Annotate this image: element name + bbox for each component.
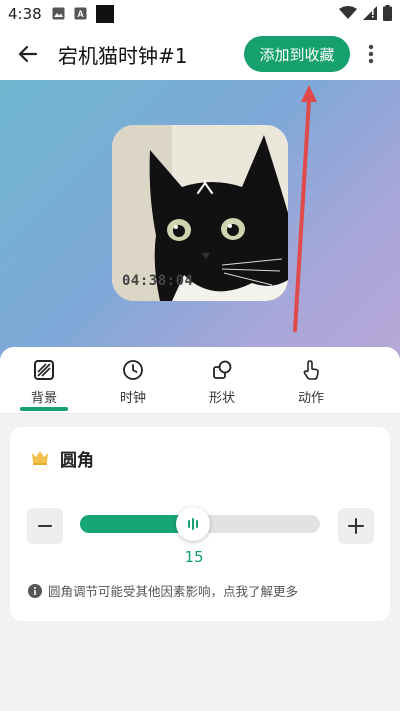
svg-text:A: A	[77, 9, 84, 19]
corner-radius-slider[interactable]	[80, 507, 320, 541]
status-icons	[339, 5, 392, 21]
annotation-arrow	[293, 85, 317, 332]
status-time: 4:38	[8, 5, 42, 23]
info-icon	[28, 583, 42, 598]
tab-label: 动作	[297, 391, 324, 406]
corner-radius-panel: 圆角 15 圆角调节可能受其他因素影响，点我了解更多	[10, 427, 390, 621]
font-notification-icon: A	[74, 7, 87, 20]
pattern-icon	[34, 360, 54, 380]
tab-shape[interactable]: 形状	[187, 359, 257, 413]
app-header: 宕机猫时钟#1 添加到收藏	[0, 28, 400, 80]
increase-button[interactable]	[338, 508, 374, 544]
app-notification-icon	[96, 5, 114, 23]
tab-action[interactable]: 动作	[276, 359, 346, 413]
status-bar: 4:38 A	[0, 0, 400, 28]
battery-icon	[383, 5, 392, 21]
tab-label: 背景	[30, 391, 57, 406]
plus-icon	[348, 518, 364, 534]
add-to-favorites-button[interactable]: 添加到收藏	[244, 36, 350, 72]
active-tab-indicator	[20, 407, 68, 411]
back-button[interactable]	[12, 38, 44, 70]
grip-icon	[188, 518, 198, 530]
wifi-icon	[339, 6, 357, 19]
tab-clock[interactable]: 时钟	[98, 359, 168, 413]
tab-bar: 背景 时钟 形状 动作	[0, 347, 400, 414]
signal-icon	[363, 6, 377, 20]
panel-title: 圆角	[60, 451, 94, 471]
settings-sheet: 背景 时钟 形状 动作 圆角 15 圆角调节可能受其他因素影响，点我了解更多	[0, 347, 400, 711]
image-notification-icon	[52, 7, 65, 20]
more-vertical-icon	[368, 44, 374, 64]
minus-icon	[38, 525, 52, 527]
page-title: 宕机猫时钟#1	[58, 44, 188, 68]
slider-thumb[interactable]	[176, 507, 210, 541]
arrow-left-icon	[18, 45, 38, 63]
clock-icon	[123, 360, 143, 380]
touch-icon	[303, 360, 319, 380]
tab-label: 时钟	[119, 391, 146, 406]
slider-value: 15	[184, 548, 204, 566]
help-hint[interactable]: 圆角调节可能受其他因素影响，点我了解更多	[28, 581, 298, 600]
hint-text: 圆角调节可能受其他因素影响，点我了解更多	[48, 584, 299, 599]
shapes-icon	[213, 360, 232, 379]
crown-icon	[32, 451, 48, 465]
tab-label: 形状	[208, 391, 235, 406]
widget-preview: 04:38:04	[0, 80, 400, 370]
tab-background[interactable]: 背景	[9, 359, 79, 413]
more-options-button[interactable]	[356, 38, 386, 70]
decrease-button[interactable]	[27, 508, 63, 544]
